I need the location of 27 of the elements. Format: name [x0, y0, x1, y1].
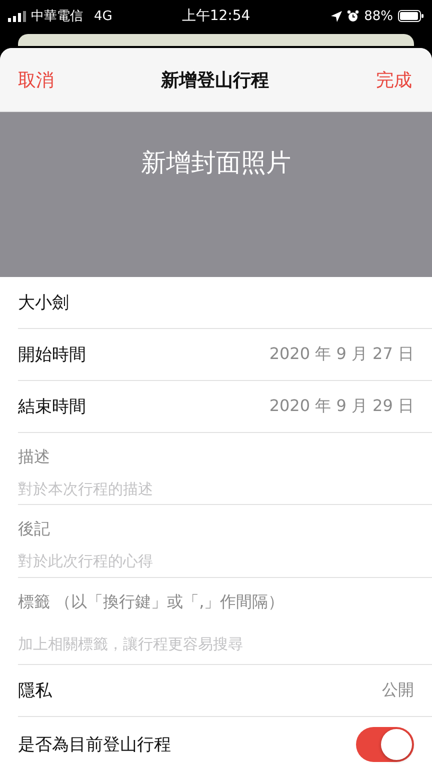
carrier-name: 中華電信 — [31, 8, 83, 25]
signal-icon — [8, 10, 26, 22]
done-button[interactable]: 完成 — [376, 68, 412, 92]
clock-time: 上午12:54 — [182, 7, 250, 25]
text-area[interactable]: 對於此次行程的心得 — [18, 552, 414, 574]
field-value[interactable]: 2020 年 9 月 27 日 — [269, 344, 414, 365]
field-label: 描述 — [18, 447, 51, 468]
field-label: 結束時間 — [18, 396, 86, 418]
battery-icon — [398, 10, 424, 22]
name-field[interactable]: 大小劍 — [18, 292, 414, 312]
sheet-title: 新增登山行程 — [161, 68, 269, 92]
network-type: 4G — [94, 8, 112, 24]
text-area[interactable]: 對於本次行程的描述 — [18, 480, 414, 502]
field-label: 隱私 — [18, 680, 52, 702]
alarm-clock-icon — [347, 10, 360, 22]
field-label: 是否為目前登山行程 — [18, 734, 171, 756]
field-value[interactable]: 公開 — [382, 680, 414, 701]
text-area[interactable]: 加上相關標籤，讓行程更容易搜尋 — [18, 635, 414, 657]
add-cover-photo-button[interactable]: 新增封面照片 — [0, 112, 432, 277]
toggle-switch[interactable] — [356, 727, 414, 762]
cancel-button[interactable]: 取消 — [18, 68, 54, 92]
field-label: 後記 — [18, 519, 51, 540]
battery-percent: 88% — [364, 8, 394, 24]
location-arrow-icon — [331, 10, 342, 22]
field-value[interactable]: 2020 年 9 月 29 日 — [269, 396, 414, 417]
field-label: 標籤 （以「換行鍵」或「,」作間隔） — [18, 592, 286, 613]
field-label: 開始時間 — [18, 344, 86, 366]
